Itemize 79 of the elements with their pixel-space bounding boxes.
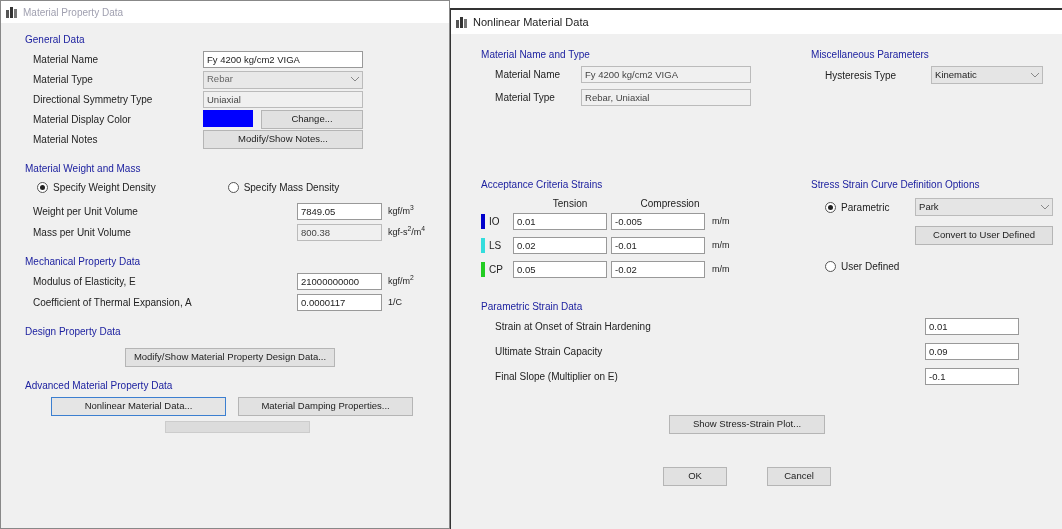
section-heading: Acceptance Criteria Strains — [481, 178, 604, 192]
section-heading: Material Weight and Mass — [25, 162, 142, 176]
input-field[interactable]: 21000000000 — [297, 273, 382, 290]
button[interactable]: OK — [663, 467, 728, 486]
field-label: Strain at Onset of Strain Hardening — [495, 320, 651, 334]
dropdown[interactable]: Kinematic — [931, 66, 1044, 84]
field-label: Mass per Unit Volume — [33, 226, 132, 240]
field-label: Material Type — [495, 91, 556, 105]
row-label: LS — [489, 239, 503, 253]
field-label: Ultimate Strain Capacity — [495, 345, 603, 359]
field-label: Material Notes — [33, 133, 99, 147]
row-label: IO — [489, 215, 501, 229]
input-field[interactable]: 0.05 — [513, 261, 608, 278]
input-field[interactable]: 0.09 — [925, 343, 1020, 360]
field-label: Material Name — [495, 68, 562, 82]
field-label: Material Type — [33, 73, 94, 87]
input-field[interactable]: 7849.05 — [297, 203, 382, 220]
readonly-field[interactable]: Fy 4200 kg/cm2 VIGA — [581, 66, 752, 83]
unit-label: kgf/m$^{3}$ — [388, 204, 414, 218]
input-field[interactable]: -0.1 — [925, 368, 1020, 385]
button[interactable]: Material Damping Properties... — [238, 397, 414, 416]
field-label: Material Name — [33, 53, 100, 67]
input-field[interactable]: 0.01 — [513, 213, 608, 230]
section-heading: Parametric Strain Data — [481, 300, 584, 314]
caret-icon — [1041, 204, 1050, 210]
input-field[interactable]: 0.02 — [513, 237, 608, 254]
field-label: Specify Mass Density — [243, 181, 340, 195]
radio-button[interactable] — [37, 182, 48, 193]
input-field[interactable]: 0.01 — [925, 318, 1020, 335]
input-field[interactable]: -0.01 — [611, 237, 706, 254]
button[interactable]: Show Stress-Strain Plot... — [669, 415, 826, 434]
readonly-field[interactable]: Uniaxial — [203, 91, 363, 108]
field-label: Parametric — [841, 200, 890, 215]
caret-icon — [1031, 72, 1040, 78]
unit-label: m/m — [712, 238, 730, 252]
field-label: Directional Symmetry Type — [33, 93, 154, 107]
window-title: Material Property Data — [23, 5, 124, 20]
app-icon — [5, 6, 19, 18]
field-label: User Defined — [841, 260, 900, 274]
field-label: Modulus of Elasticity, E — [33, 275, 137, 289]
window-title: Nonlinear Material Data — [473, 14, 589, 30]
input-field[interactable]: Fy 4200 kg/cm2 VIGA — [203, 51, 363, 68]
button[interactable]: Modify/Show Notes... — [203, 130, 363, 149]
column-header: Tension — [551, 197, 589, 211]
field-label: Specify Weight Density — [53, 181, 156, 195]
radio-button[interactable] — [825, 261, 837, 272]
unit-label: m/m — [712, 262, 730, 276]
unit-label: 1/C — [388, 295, 402, 309]
input-field[interactable]: 0.0000117 — [297, 294, 382, 311]
field-label: Weight per Unit Volume — [33, 205, 139, 219]
unit-label: kgf/m$^{2}$ — [388, 274, 414, 288]
column-header: Compression — [639, 197, 701, 211]
section-heading: Stress Strain Curve Definition Options — [811, 178, 981, 192]
radio-button[interactable] — [227, 182, 239, 193]
caret-icon — [351, 77, 359, 82]
field-label: Material Display Color — [33, 113, 132, 127]
button[interactable]: Change... — [261, 110, 363, 129]
unit-label: m/m — [712, 214, 730, 228]
dropdown[interactable]: Park — [915, 198, 1054, 216]
section-heading: Material Name and Type — [481, 48, 591, 62]
section-heading: General Data — [25, 33, 86, 47]
field-label: Final Slope (Multiplier on E) — [495, 370, 618, 384]
section-heading: Mechanical Property Data — [25, 255, 142, 269]
section-heading: Advanced Material Property Data — [25, 379, 174, 393]
input-field[interactable]: -0.005 — [611, 213, 706, 230]
section-heading: Miscellaneous Parameters — [811, 48, 930, 62]
button[interactable]: Convert to User Defined — [915, 225, 1054, 245]
field-label: Hysteresis Type — [825, 68, 897, 83]
row-label: CP — [489, 263, 504, 277]
section-heading: Design Property Data — [25, 325, 122, 339]
unit-label: kgf-s$^{2}$/m$^{4}$ — [388, 225, 426, 239]
radio-button[interactable] — [825, 201, 837, 213]
app-icon — [455, 16, 470, 28]
field-label: Coefficient of Thermal Expansion, A — [33, 296, 193, 310]
button[interactable]: Modify/Show Material Property Design Data... — [125, 347, 335, 367]
button[interactable]: Nonlinear Material Data... — [51, 397, 226, 416]
input-field[interactable]: -0.02 — [611, 261, 706, 278]
button[interactable]: Cancel — [767, 467, 832, 486]
readonly-field[interactable]: Rebar, Uniaxial — [581, 89, 752, 106]
